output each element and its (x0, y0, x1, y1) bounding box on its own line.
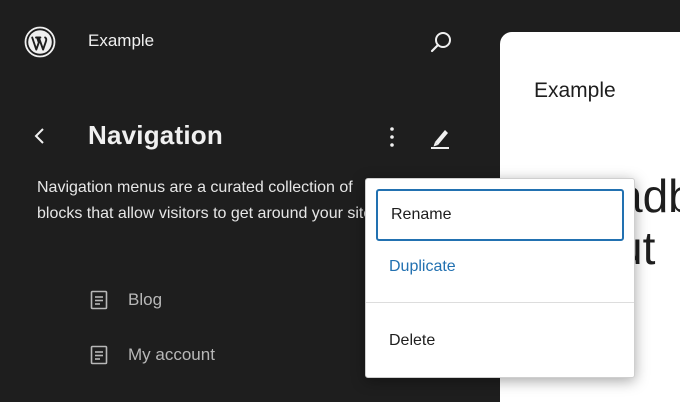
wordpress-logo-icon[interactable] (24, 26, 56, 58)
preview-site-title[interactable]: Example (534, 79, 616, 103)
menu-item-label: Blog (128, 290, 163, 309)
duplicate-menu-item[interactable]: Duplicate (376, 241, 624, 293)
menu-item-my-account[interactable]: My account (88, 341, 215, 369)
rename-menu-item[interactable]: Rename (376, 189, 624, 241)
search-icon[interactable] (428, 29, 454, 55)
chevron-left-icon[interactable] (28, 124, 52, 148)
menu-item-label: Duplicate (389, 258, 456, 275)
more-options-dropdown: Rename Duplicate Delete (365, 178, 635, 378)
menu-item-label: My account (128, 345, 215, 364)
page-icon (88, 344, 110, 366)
more-vertical-icon[interactable] (381, 124, 403, 150)
page-icon (88, 289, 110, 311)
menu-item-label: Rename (391, 206, 452, 223)
delete-menu-item[interactable]: Delete (376, 315, 624, 367)
divider (366, 302, 634, 303)
site-title[interactable]: Example (88, 31, 154, 51)
page-title: Navigation (88, 120, 223, 150)
menu-item-blog[interactable]: Blog (88, 286, 162, 314)
pencil-icon[interactable] (428, 124, 452, 150)
menu-item-label: Delete (389, 332, 436, 349)
